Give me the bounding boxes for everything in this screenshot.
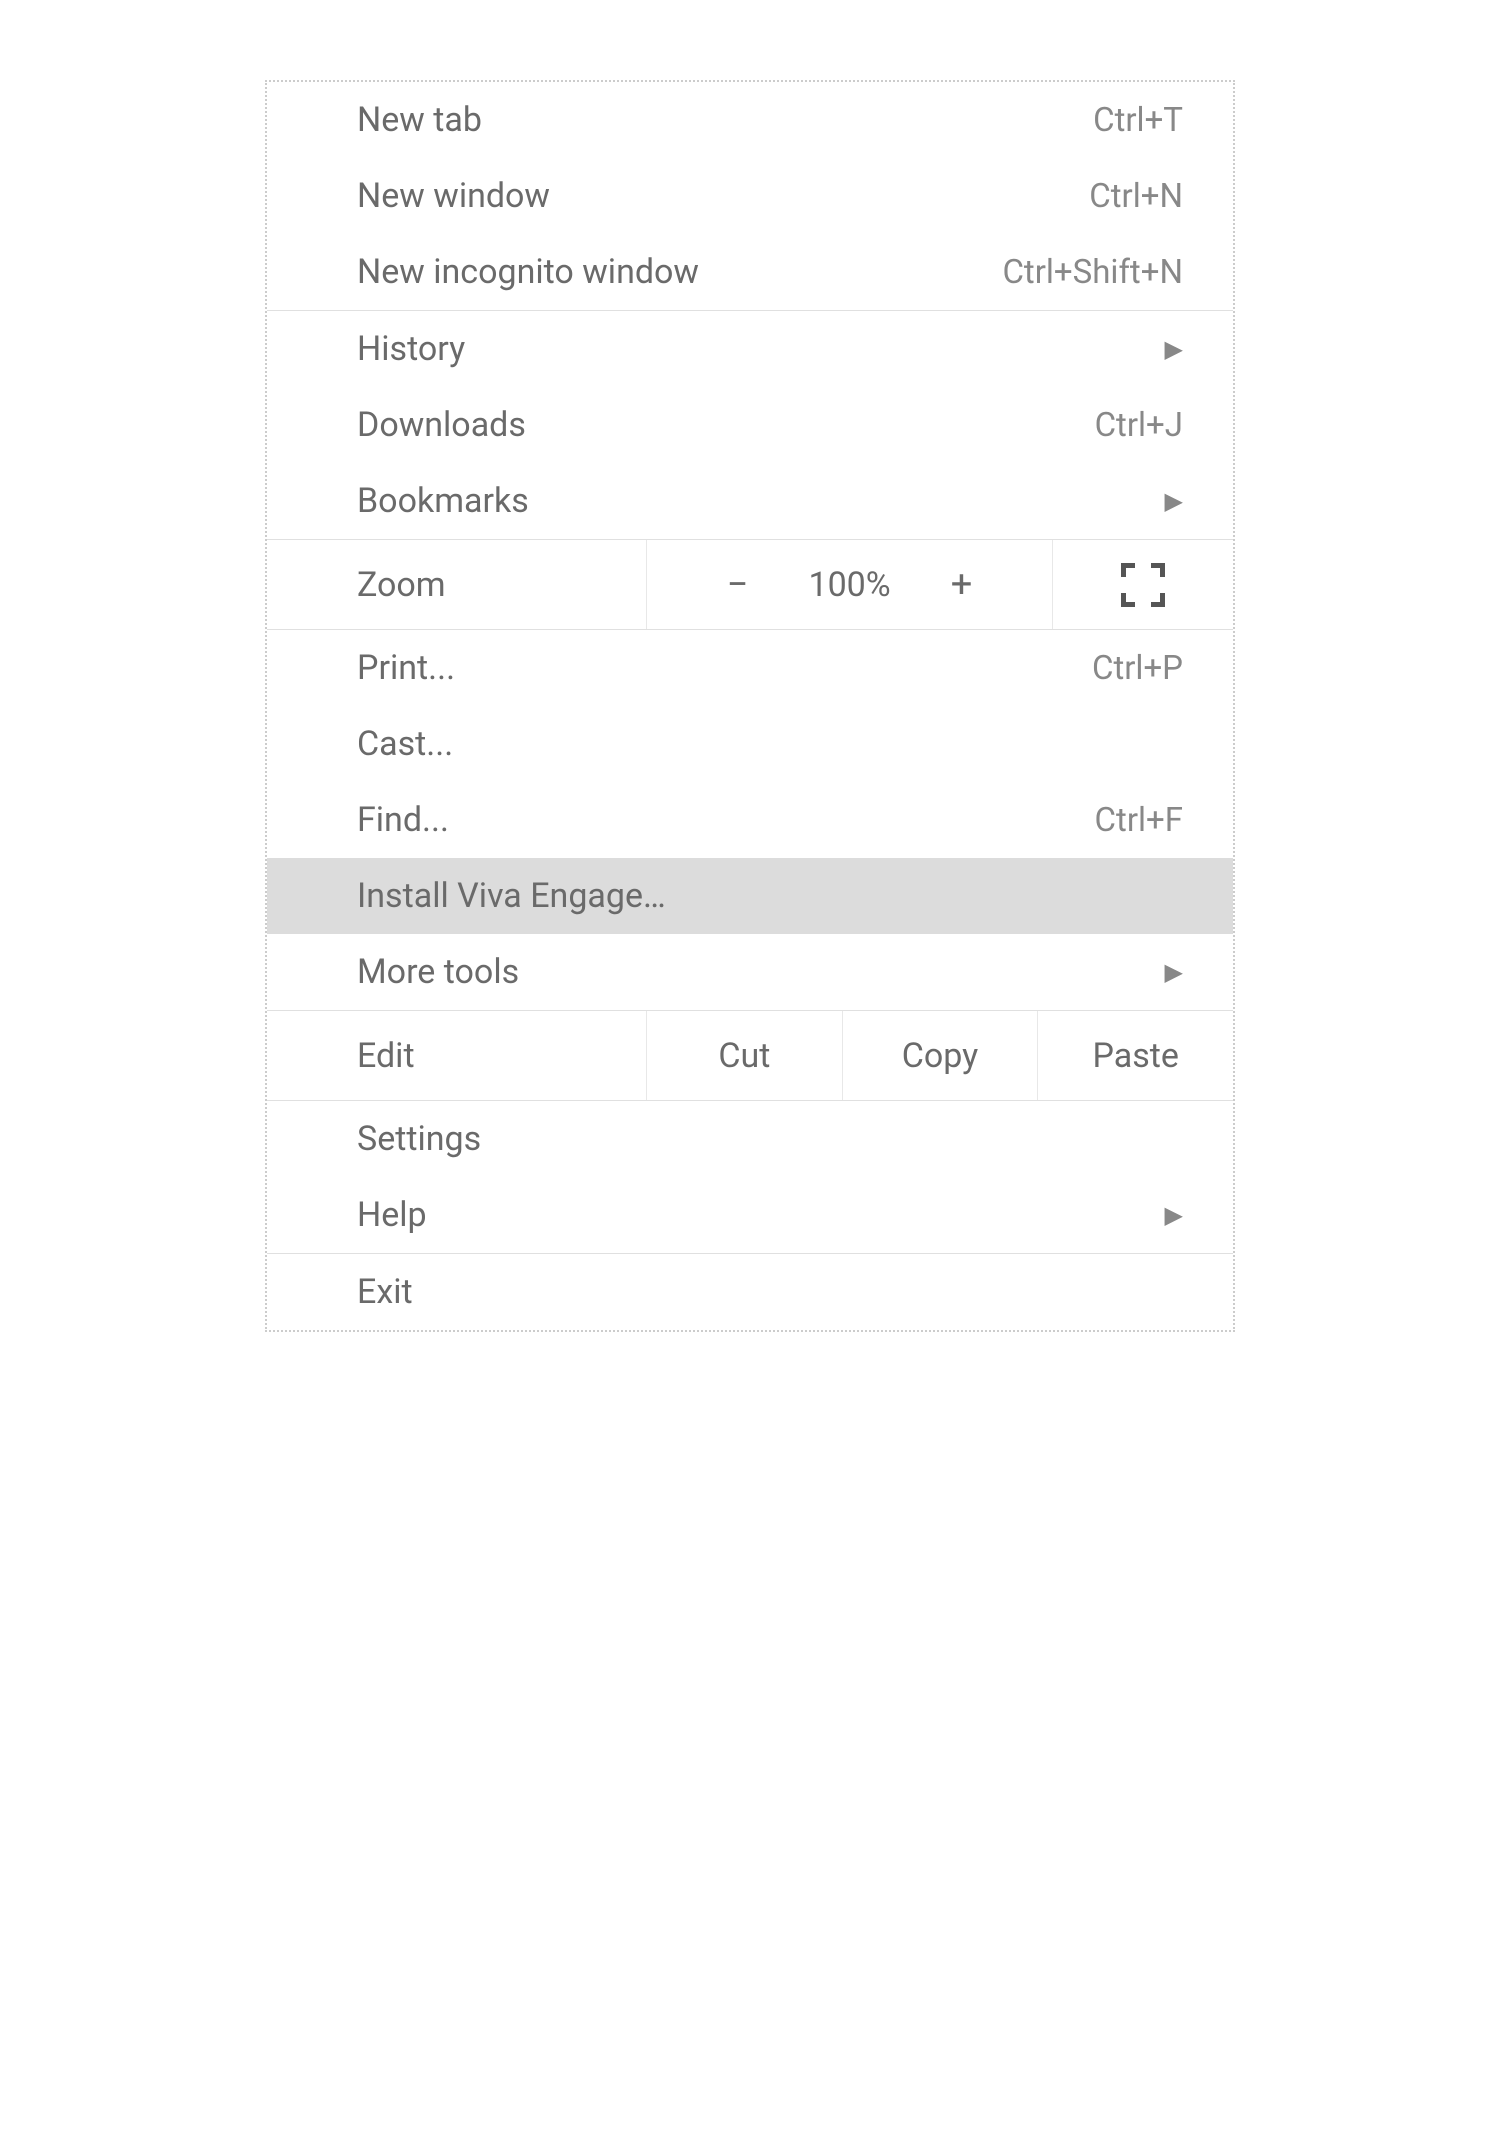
zoom-out-button[interactable]: − [707, 563, 769, 607]
new-window-label: New window [357, 176, 550, 216]
help-item[interactable]: Help ▶ [267, 1177, 1233, 1253]
cast-label: Cast... [357, 724, 453, 764]
paste-button[interactable]: Paste [1038, 1011, 1233, 1100]
zoom-label: Zoom [267, 540, 647, 629]
downloads-label: Downloads [357, 405, 526, 445]
install-app-label: Install Viva Engage… [357, 876, 666, 916]
menu-section-exit: Exit [267, 1254, 1233, 1330]
new-incognito-shortcut: Ctrl+Shift+N [1002, 253, 1183, 292]
bookmarks-item[interactable]: Bookmarks ▶ [267, 463, 1233, 539]
zoom-row: Zoom − 100% + [267, 540, 1233, 630]
new-tab-label: New tab [357, 100, 482, 140]
menu-section-history: History ▶ Downloads Ctrl+J Bookmarks ▶ [267, 311, 1233, 540]
downloads-item[interactable]: Downloads Ctrl+J [267, 387, 1233, 463]
edit-row: Edit Cut Copy Paste [267, 1011, 1233, 1101]
new-window-shortcut: Ctrl+N [1089, 177, 1183, 216]
find-item[interactable]: Find... Ctrl+F [267, 782, 1233, 858]
more-tools-item[interactable]: More tools ▶ [267, 934, 1233, 1010]
browser-menu: New tab Ctrl+T New window Ctrl+N New inc… [265, 80, 1235, 1332]
new-tab-shortcut: Ctrl+T [1093, 101, 1183, 140]
cut-button[interactable]: Cut [647, 1011, 843, 1100]
downloads-shortcut: Ctrl+J [1095, 406, 1183, 445]
settings-label: Settings [357, 1119, 481, 1159]
cast-item[interactable]: Cast... [267, 706, 1233, 782]
print-label: Print... [357, 648, 455, 688]
find-label: Find... [357, 800, 449, 840]
print-shortcut: Ctrl+P [1092, 649, 1183, 688]
settings-item[interactable]: Settings [267, 1101, 1233, 1177]
submenu-arrow-icon: ▶ [1165, 958, 1183, 986]
submenu-arrow-icon: ▶ [1165, 335, 1183, 363]
exit-label: Exit [357, 1272, 413, 1312]
submenu-arrow-icon: ▶ [1165, 1201, 1183, 1229]
fullscreen-button[interactable] [1053, 540, 1233, 629]
zoom-controls: − 100% + [647, 540, 1053, 629]
exit-item[interactable]: Exit [267, 1254, 1233, 1330]
help-label: Help [357, 1195, 427, 1235]
menu-section-tabs: New tab Ctrl+T New window Ctrl+N New inc… [267, 82, 1233, 311]
print-item[interactable]: Print... Ctrl+P [267, 630, 1233, 706]
new-incognito-item[interactable]: New incognito window Ctrl+Shift+N [267, 234, 1233, 310]
submenu-arrow-icon: ▶ [1165, 487, 1183, 515]
fullscreen-icon [1121, 563, 1165, 607]
find-shortcut: Ctrl+F [1095, 801, 1183, 840]
more-tools-label: More tools [357, 952, 519, 992]
new-incognito-label: New incognito window [357, 252, 699, 292]
menu-section-settings: Settings Help ▶ [267, 1101, 1233, 1254]
history-label: History [357, 329, 465, 369]
edit-label: Edit [267, 1011, 647, 1100]
bookmarks-label: Bookmarks [357, 481, 529, 521]
menu-section-tools: Print... Ctrl+P Cast... Find... Ctrl+F I… [267, 630, 1233, 1011]
zoom-value: 100% [808, 565, 890, 605]
new-tab-item[interactable]: New tab Ctrl+T [267, 82, 1233, 158]
history-item[interactable]: History ▶ [267, 311, 1233, 387]
copy-button[interactable]: Copy [843, 1011, 1039, 1100]
new-window-item[interactable]: New window Ctrl+N [267, 158, 1233, 234]
install-app-item[interactable]: Install Viva Engage… [267, 858, 1233, 934]
zoom-in-button[interactable]: + [931, 563, 993, 607]
